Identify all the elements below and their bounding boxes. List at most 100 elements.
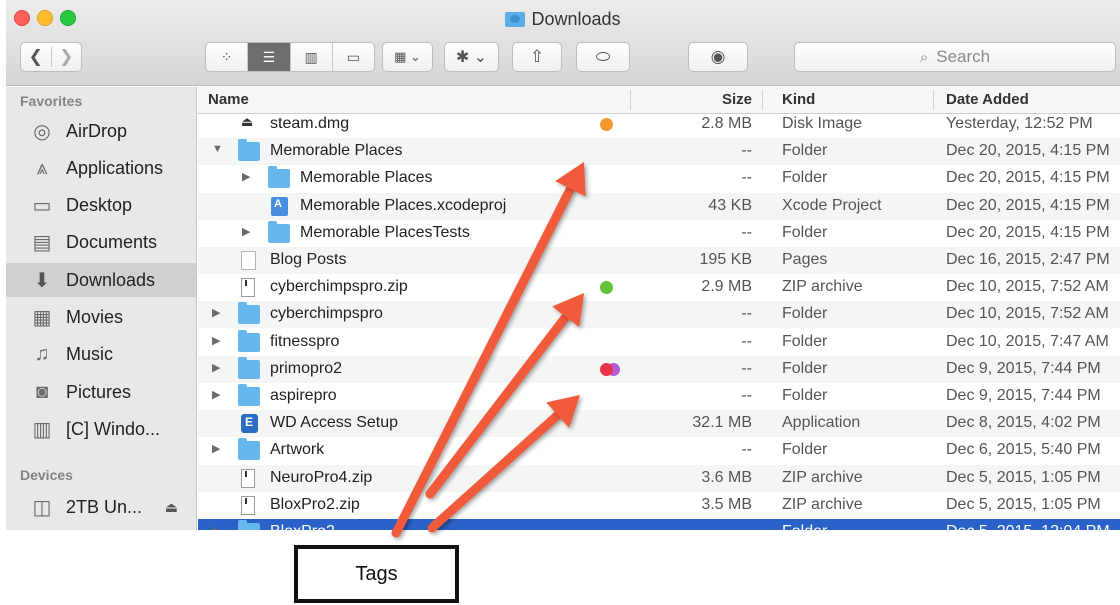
disclosure-closed-icon[interactable]: ▶ <box>212 442 220 455</box>
file-size: 3.6 MB <box>701 468 752 486</box>
file-kind: Xcode Project <box>782 196 882 214</box>
sidebar-item-label: Downloads <box>66 269 156 290</box>
file-row[interactable]: ▶ Artwork -- Folder Dec 6, 2015, 5:40 PM <box>198 437 1120 464</box>
file-row[interactable]: ▶ Memorable Places -- Folder Dec 20, 2015, 4… <box>198 165 1120 192</box>
file-date: Dec 5, 2015, 1:05 PM <box>946 495 1101 513</box>
sidebar-item-label: Movies <box>66 307 124 327</box>
file-row[interactable]: NeuroPro4.zip 3.6 MB ZIP archive Dec 5, 201… <box>198 464 1120 492</box>
column-divider[interactable] <box>630 90 631 110</box>
action-gear-button[interactable]: ✱ ⌄ <box>444 42 499 72</box>
sidebar-device-2tb[interactable]: ◫ 2TB Un... ⏏ <box>6 490 196 524</box>
sidebar-item-airdrop[interactable]: ◎ AirDrop <box>6 114 196 148</box>
edit-tags-button[interactable]: ⬭ <box>576 42 630 72</box>
file-row[interactable]: ▶ Memorable PlacesTests -- Folder Dec 20, 20… <box>198 220 1120 247</box>
search-field[interactable]: ⌕ Search <box>794 42 1116 72</box>
back-forward-group: ❮ ❯ <box>20 42 82 72</box>
devices-header: Devices <box>20 467 73 483</box>
column-view-button[interactable]: ▥ <box>289 43 332 71</box>
column-divider[interactable] <box>762 90 763 110</box>
view-mode-group: ⁘ ☰ ▥ ▭ <box>205 42 375 72</box>
file-row[interactable]: steam.dmg 2.8 MB Disk Image Yesterday, 12:5… <box>198 111 1120 138</box>
folder-file-icon <box>268 166 290 189</box>
file-date: Dec 20, 2015, 4:15 PM <box>946 142 1110 160</box>
kind-column-header[interactable]: Kind <box>782 91 815 108</box>
eject-icon[interactable]: ⏏ <box>165 499 178 516</box>
file-row[interactable]: WD Access Setup 32.1 MB Application Dec 8, … <box>198 410 1120 438</box>
share-button[interactable]: ⇧ <box>512 42 562 72</box>
applications-icon: ⩓ <box>36 156 48 179</box>
disclosure-closed-icon[interactable]: ▶ <box>212 388 220 401</box>
pictures-icon: ◙ <box>35 380 49 403</box>
disclosure-closed-icon[interactable]: ▶ <box>212 306 220 319</box>
file-date: Dec 5, 2015, 12:04 PM <box>946 523 1110 530</box>
sidebar-item-label: Pictures <box>66 381 132 402</box>
folder-file-icon <box>238 384 260 406</box>
file-row[interactable]: cyberchimpspro.zip 2.9 MB ZIP archive Dec 1… <box>198 274 1120 301</box>
sidebar-item-movies[interactable]: ▦ Movies <box>6 301 196 335</box>
list-view-button[interactable]: ☰ <box>247 43 290 71</box>
tags-caption-box: Tags <box>294 545 459 603</box>
file-size: -- <box>741 332 752 350</box>
file-date: Dec 20, 2015, 4:15 PM <box>946 169 1110 187</box>
file-kind: Folder <box>782 305 828 323</box>
quick-look-button[interactable]: ◉ <box>688 42 748 72</box>
file-name: primopro2 <box>270 359 343 377</box>
file-name: cyberchimpspro.zip <box>270 278 408 296</box>
size-column-header[interactable]: Size <box>722 91 752 108</box>
back-button[interactable]: ❮ <box>21 47 51 67</box>
file-size: -- <box>741 142 752 160</box>
cover-flow-button[interactable]: ▭ <box>331 43 374 71</box>
downloads-icon: ⬇ <box>33 269 51 292</box>
sidebar-item-applications[interactable]: ⩓ Applications <box>6 151 196 185</box>
file-row[interactable]: ▶ aspirepro -- Folder Dec 9, 2015, 7:44 PM <box>198 383 1120 410</box>
file-row[interactable]: ▼ Memorable Places -- Folder Dec 20, 2015, 4… <box>198 138 1120 166</box>
downloads-folder-icon <box>505 12 526 27</box>
file-date: Dec 16, 2015, 2:47 PM <box>946 251 1110 268</box>
disclosure-open-icon[interactable]: ▼ <box>212 143 223 155</box>
column-divider[interactable] <box>933 90 934 110</box>
date-added-column-header[interactable]: Date Added <box>946 91 1029 108</box>
file-size: -- <box>741 387 752 404</box>
window-title: Downloads <box>6 9 1120 30</box>
file-kind: Application <box>782 414 861 432</box>
window-title-text: Downloads <box>531 9 621 29</box>
disclosure-closed-icon[interactable]: ▶ <box>242 225 250 238</box>
search-icon: ⌕ <box>919 48 929 66</box>
sidebar-item-documents[interactable]: ▤ Documents <box>6 226 196 260</box>
file-row[interactable]: ▶ BloxPro2 -- Folder Dec 5, 2015, 12:04 PM <box>198 519 1120 530</box>
sidebar-item-label: Documents <box>66 232 158 253</box>
file-date: Dec 8, 2015, 4:02 PM <box>946 414 1101 432</box>
file-row[interactable]: ▶ fitnesspro -- Folder Dec 10, 2015, 7:47 AM <box>198 329 1120 356</box>
folder-file-icon <box>238 139 260 162</box>
file-row[interactable]: Blog Posts 195 KB Pages Dec 16, 2015, 2:47 … <box>198 247 1120 274</box>
file-row[interactable]: ▶ primopro2 -- Folder Dec 9, 2015, 7:44 PM <box>198 355 1120 383</box>
icon-view-button[interactable]: ⁘ <box>206 43 247 71</box>
disclosure-closed-icon[interactable]: ▶ <box>242 170 250 183</box>
file-row[interactable]: ▶ cyberchimpspro -- Folder Dec 10, 2015, 7:5… <box>198 301 1120 329</box>
sidebar-item-downloads[interactable]: ⬇ Downloads <box>6 263 196 298</box>
sidebar-item-music[interactable]: ♫ Music <box>6 338 196 372</box>
file-date: Yesterday, 12:52 PM <box>946 115 1093 132</box>
file-size: -- <box>741 305 752 323</box>
file-size: 3.5 MB <box>701 495 752 513</box>
app-file-icon <box>241 414 258 434</box>
disclosure-closed-icon[interactable]: ▶ <box>212 361 220 374</box>
arrange-button[interactable]: ▦ ⌄ <box>382 42 433 72</box>
sidebar-item-c-windo[interactable]: ▥ [C] Windo... <box>6 412 196 446</box>
file-row[interactable]: Memorable Places.xcodeproj 43 KB Xcode Pro… <box>198 192 1120 220</box>
sidebar-item-desktop[interactable]: ▭ Desktop <box>6 189 196 223</box>
file-date: Dec 9, 2015, 7:44 PM <box>946 359 1101 377</box>
disclosure-closed-icon[interactable]: ▶ <box>212 524 220 530</box>
music-icon: ♫ <box>34 343 50 366</box>
folder-file-icon <box>238 302 260 325</box>
file-row[interactable]: BloxPro2.zip 3.5 MB ZIP archive Dec 5, 2015… <box>198 492 1120 519</box>
file-name: Memorable Places <box>270 142 403 160</box>
folder-file-icon <box>238 438 260 461</box>
file-kind: ZIP archive <box>782 278 863 296</box>
sidebar-item-pictures[interactable]: ◙ Pictures <box>6 375 196 409</box>
name-column-header[interactable]: Name <box>208 91 249 108</box>
disclosure-closed-icon[interactable]: ▶ <box>212 334 220 347</box>
forward-button[interactable]: ❯ <box>50 47 82 67</box>
file-name: BloxPro2.zip <box>270 495 360 513</box>
movies-icon: ▦ <box>32 307 52 329</box>
